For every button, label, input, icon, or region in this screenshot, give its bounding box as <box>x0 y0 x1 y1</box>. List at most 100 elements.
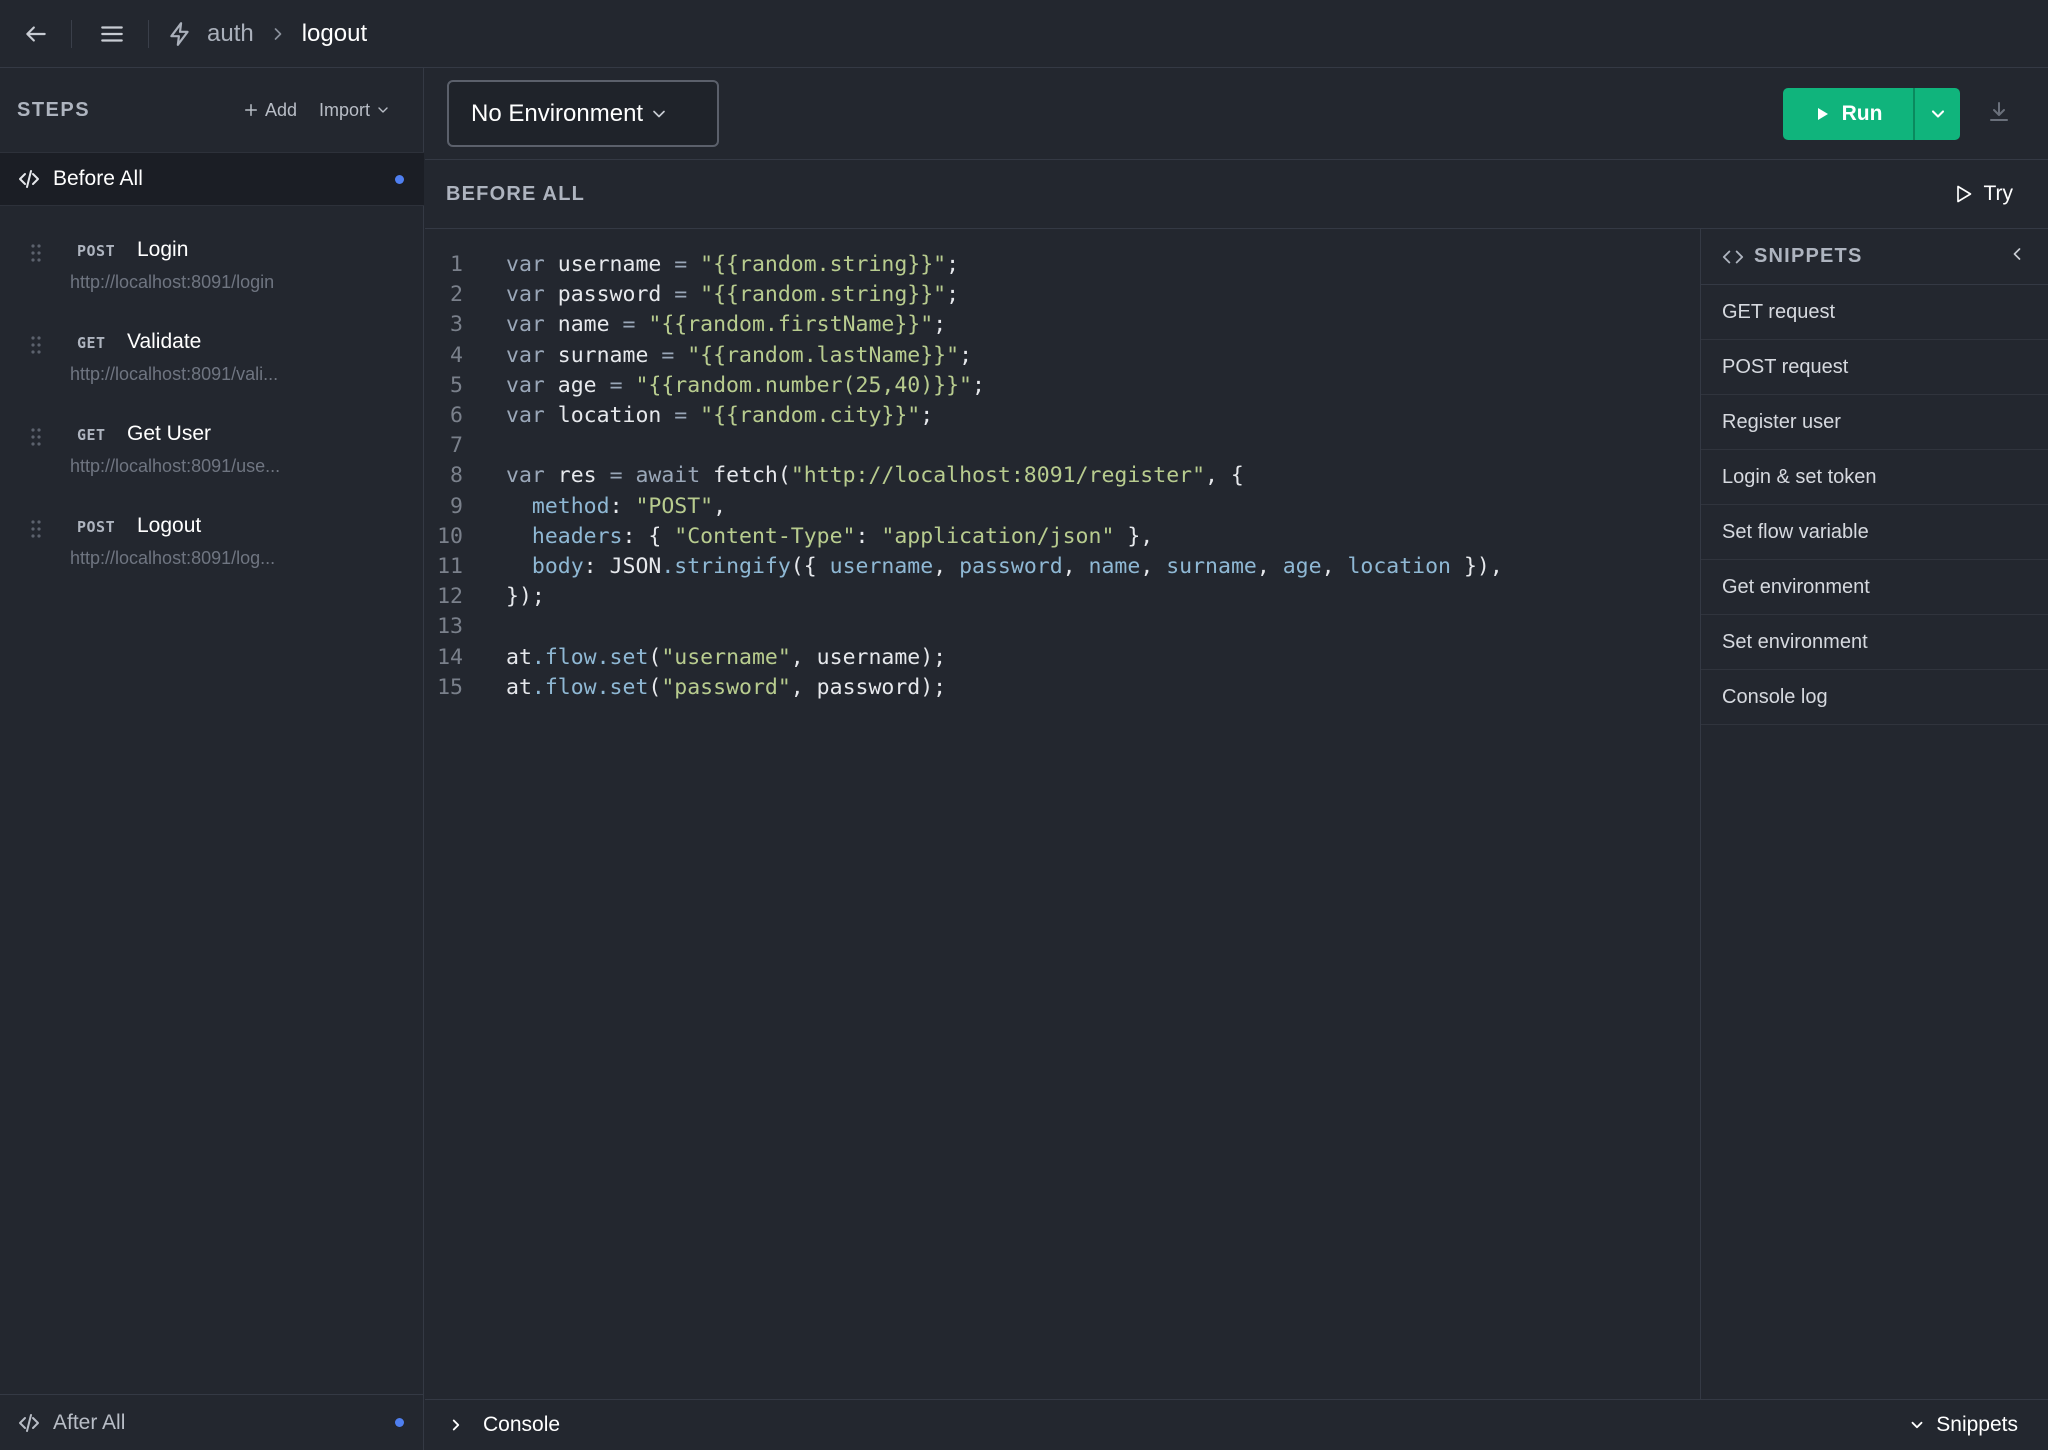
chevron-down-icon <box>1931 110 1944 118</box>
chevron-down-icon <box>653 110 665 117</box>
app-window: auth logout STEPS Add Import Before All <box>0 0 2048 1450</box>
line-number: 4 <box>450 342 463 368</box>
menu-button[interactable] <box>94 16 130 52</box>
snippet-item[interactable]: Get environment <box>1701 560 2048 615</box>
line-number: 11 <box>437 554 463 579</box>
line-content: method: "POST", <box>531 493 727 519</box>
step-item-login[interactable]: POST Login http://localhost:8091/login <box>0 206 424 298</box>
step-item-logout[interactable]: POST Logout http://localhost:8091/log... <box>0 482 424 574</box>
step-url: http://localhost:8091/use... <box>70 456 281 476</box>
snippet-item[interactable]: Login & set token <box>1701 450 2048 505</box>
step-method: GET <box>77 334 106 352</box>
drag-handle-icon[interactable] <box>30 243 42 263</box>
code-line: 6 var location = "{{random.city}}"; <box>425 401 933 431</box>
line-content: body: JSON.stringify({ username, passwor… <box>531 554 1503 579</box>
line-content: at.flow.set("username", username); <box>506 644 947 670</box>
line-content: }); <box>506 584 545 610</box>
plus-icon <box>244 104 257 116</box>
line-content: var password = "{{random.string}}"; <box>506 282 960 308</box>
before-all-item[interactable]: Before All <box>0 152 424 206</box>
drag-handle-icon[interactable] <box>30 427 42 447</box>
add-step-label: Add <box>264 99 297 120</box>
step-name: Login <box>137 238 189 261</box>
after-all-item[interactable]: After All <box>0 1394 424 1450</box>
environment-select[interactable]: No Environment <box>447 80 719 147</box>
download-icon <box>1990 102 2008 121</box>
console-toggle[interactable]: Console <box>447 1413 560 1437</box>
step-list: POST Login http://localhost:8091/login G… <box>0 206 424 574</box>
try-button[interactable]: Try <box>1953 182 2013 206</box>
code-line: 12}); <box>425 582 545 612</box>
line-number: 12 <box>437 584 463 610</box>
step-item-get-user[interactable]: GET Get User http://localhost:8091/use..… <box>0 390 424 482</box>
snippets-header: SNIPPETS <box>1701 229 2048 285</box>
snippet-item[interactable]: POST request <box>1701 340 2048 395</box>
chevron-down-icon <box>378 107 388 113</box>
snippet-item[interactable]: Set flow variable <box>1701 505 2048 560</box>
run-button[interactable]: Run <box>1783 88 1913 140</box>
code-editor[interactable]: 1 var username = "{{random.string}}"; 2 var… <box>425 229 1700 1399</box>
divider <box>148 19 149 48</box>
code-line: 7 <box>425 431 463 461</box>
line-number: 2 <box>450 282 463 308</box>
line-number: 5 <box>450 372 463 398</box>
add-step-button[interactable]: Add <box>242 100 297 121</box>
snippet-item[interactable]: Register user <box>1701 395 2048 450</box>
run-button-group: Run <box>1783 88 1960 140</box>
toolbar: No Environment Run <box>425 68 2048 160</box>
line-content: at.flow.set("password", password); <box>506 674 947 700</box>
step-name: Logout <box>137 514 202 537</box>
drag-handle-icon[interactable] <box>30 335 42 355</box>
line-content: var surname = "{{random.lastName}}"; <box>506 342 973 368</box>
line-number: 6 <box>450 403 463 428</box>
step-name: Get User <box>127 422 212 445</box>
code-icon <box>19 170 39 188</box>
hamburger-icon <box>101 25 123 42</box>
breadcrumb-current: logout <box>301 19 368 47</box>
line-content: var age = "{{random.number(25,40)}}"; <box>506 372 985 398</box>
code-line: 8 var res = await fetch("http://localhost… <box>425 461 1244 491</box>
code-line: 13 <box>425 612 463 642</box>
line-content: var location = "{{random.city}}"; <box>506 403 934 428</box>
code-line: 15 at.flow.set("password", password); <box>425 673 946 703</box>
line-number: 13 <box>437 614 463 640</box>
code-icon <box>19 1413 39 1432</box>
snippet-item[interactable]: GET request <box>1701 285 2048 340</box>
line-content: var name = "{{random.firstName}}"; <box>506 312 947 338</box>
drag-handle-icon[interactable] <box>30 519 42 539</box>
step-method: POST <box>77 242 116 260</box>
chevron-right-icon <box>452 1419 460 1431</box>
snippet-item[interactable]: Console log <box>1701 670 2048 725</box>
code-line: 2 var password = "{{random.string}}"; <box>425 280 959 310</box>
chevron-left-icon <box>2013 248 2021 260</box>
status-dot <box>395 1418 404 1427</box>
main-panel: No Environment Run BEFORE ALL Try 1 var … <box>425 68 2048 1450</box>
chevron-right-icon <box>274 27 282 40</box>
run-label: Run <box>1841 102 1883 125</box>
section-header: BEFORE ALL Try <box>425 160 2048 229</box>
line-number: 9 <box>450 493 463 519</box>
step-url: http://localhost:8091/vali... <box>70 364 279 384</box>
play-icon <box>1817 108 1828 120</box>
step-item-validate[interactable]: GET Validate http://localhost:8091/vali.… <box>0 298 424 390</box>
code-line: 11 body: JSON.stringify({ username, pass… <box>425 552 1503 582</box>
lightning-icon <box>170 21 189 46</box>
run-options-button[interactable] <box>1913 88 1960 140</box>
snippets-panel: SNIPPETS GET request POST request Regist… <box>1700 229 2048 1399</box>
snippets-toggle[interactable]: Snippets <box>1908 1413 2018 1437</box>
back-button[interactable] <box>18 16 54 52</box>
steps-sidebar: STEPS Add Import Before All POST Login h… <box>0 68 424 1450</box>
import-label: Import <box>318 99 370 120</box>
import-dropdown[interactable]: Import <box>319 100 391 121</box>
code-line: 14 at.flow.set("username", username); <box>425 643 946 673</box>
step-url: http://localhost:8091/log... <box>70 548 276 568</box>
code-line: 3 var name = "{{random.firstName}}"; <box>425 310 946 340</box>
code-line: 9 method: "POST", <box>425 492 726 522</box>
download-button[interactable] <box>1987 100 2011 129</box>
arrow-left-icon <box>26 25 46 42</box>
collapse-snippets-button[interactable] <box>2007 244 2027 269</box>
steps-header: STEPS Add Import <box>0 68 424 152</box>
breadcrumb-parent[interactable]: auth <box>207 20 254 48</box>
snippet-item[interactable]: Set environment <box>1701 615 2048 670</box>
line-content: var username = "{{random.string}}"; <box>506 252 960 277</box>
